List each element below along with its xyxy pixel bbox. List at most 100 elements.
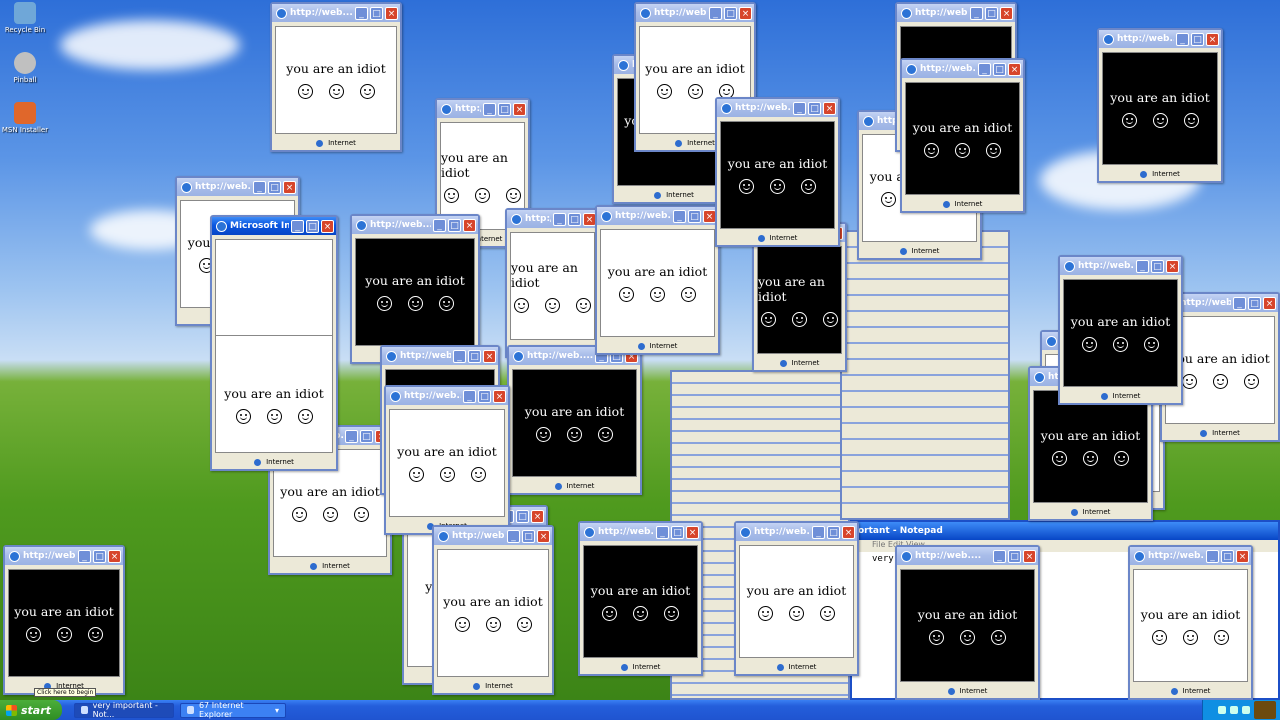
close-button[interactable]: ×	[1008, 62, 1021, 76]
close-button[interactable]: ×	[1236, 549, 1249, 563]
maximize-button[interactable]: □	[1248, 296, 1261, 310]
title-bar[interactable]: http://web...._□×	[434, 527, 552, 545]
maximize-button[interactable]: □	[448, 218, 461, 232]
maximize-button[interactable]: □	[360, 429, 373, 443]
maximize-button[interactable]: □	[808, 101, 821, 115]
desktop-icon-pinball[interactable]: Pinball	[0, 52, 55, 84]
minimize-button[interactable]: _	[483, 102, 496, 116]
taskbar-item-ie-group[interactable]: 67 Internet Explorer ▾	[180, 701, 286, 719]
popup-window[interactable]: http://web...._□×you are an idiotInterne…	[270, 2, 402, 152]
minimize-button[interactable]: _	[433, 218, 446, 232]
minimize-button[interactable]: _	[453, 349, 466, 363]
maximize-button[interactable]: □	[93, 549, 106, 563]
maximize-button[interactable]: □	[993, 62, 1006, 76]
title-bar[interactable]: http://web...._□×	[717, 99, 838, 117]
title-bar[interactable]: http://web...._□×	[580, 523, 701, 541]
maximize-button[interactable]: □	[498, 102, 511, 116]
minimize-button[interactable]: _	[812, 525, 825, 539]
maximize-button[interactable]: □	[1008, 549, 1021, 563]
maximize-button[interactable]: □	[724, 6, 737, 20]
title-bar[interactable]: http://web...._□×	[897, 547, 1038, 565]
minimize-button[interactable]: _	[793, 101, 806, 115]
taskbar-item-notepad[interactable]: very important - Not...	[74, 701, 174, 719]
popup-window[interactable]: http://web...._□×you are an idiotInterne…	[507, 345, 642, 495]
close-button[interactable]: ×	[1166, 259, 1179, 273]
desktop-icon-recycle-bin[interactable]: Recycle Bin	[0, 2, 55, 34]
minimize-button[interactable]: _	[1233, 296, 1246, 310]
close-button[interactable]: ×	[1206, 32, 1219, 46]
title-bar[interactable]: http://web...._□×	[597, 207, 718, 225]
maximize-button[interactable]: □	[268, 180, 281, 194]
title-bar[interactable]: http://web...._□×	[5, 547, 123, 565]
title-bar[interactable]: http://web...._□×	[386, 387, 508, 405]
popup-window[interactable]: http://web...._□×you are an idiotInterne…	[578, 521, 703, 676]
close-button[interactable]: ×	[686, 525, 699, 539]
title-bar[interactable]: Microsoft In..._□×	[212, 217, 336, 235]
tray-icon[interactable]	[1218, 706, 1226, 714]
maximize-button[interactable]: □	[1191, 32, 1204, 46]
maximize-button[interactable]: □	[478, 389, 491, 403]
minimize-button[interactable]: _	[345, 429, 358, 443]
minimize-button[interactable]: _	[253, 180, 266, 194]
close-button[interactable]: ×	[321, 219, 334, 233]
maximize-button[interactable]: □	[306, 219, 319, 233]
popup-window[interactable]: http://web...._□×you are an idiotInterne…	[1097, 28, 1223, 183]
minimize-button[interactable]: _	[355, 6, 368, 20]
popup-window[interactable]: http://web...._□×you are an idiotInterne…	[715, 97, 840, 247]
minimize-button[interactable]: _	[78, 549, 91, 563]
maximize-button[interactable]: □	[1151, 259, 1164, 273]
popup-window[interactable]: http://web...._□×you are an idiotInterne…	[734, 521, 859, 676]
popup-window[interactable]: http://web...._□×you are an idiotInterne…	[595, 205, 720, 355]
popup-window[interactable]: http://web...._□×you are an idiotInterne…	[1128, 545, 1253, 700]
maximize-button[interactable]: □	[827, 525, 840, 539]
close-button[interactable]: ×	[1000, 6, 1013, 20]
ie-window[interactable]: Microsoft In..._□×you are an idiotIntern…	[210, 215, 338, 471]
title-bar[interactable]: http://web...._□×	[507, 210, 598, 228]
minimize-button[interactable]: _	[1136, 259, 1149, 273]
popup-window[interactable]: http://web...._□×you are an idiotInterne…	[900, 58, 1025, 213]
title-bar[interactable]: http://web...._□×	[272, 4, 400, 22]
title-bar[interactable]: http://web...._□×	[902, 60, 1023, 78]
minimize-button[interactable]: _	[709, 6, 722, 20]
title-bar[interactable]: http://web...._□×	[736, 523, 857, 541]
minimize-button[interactable]: _	[970, 6, 983, 20]
maximize-button[interactable]: □	[1221, 549, 1234, 563]
close-button[interactable]: ×	[739, 6, 752, 20]
maximize-button[interactable]: □	[468, 349, 481, 363]
title-bar[interactable]: http://web...._□×	[382, 347, 498, 365]
minimize-button[interactable]: _	[291, 219, 304, 233]
close-button[interactable]: ×	[1263, 296, 1276, 310]
popup-window[interactable]: http://web...._□×you are an idiotInterne…	[895, 545, 1040, 700]
popup-window[interactable]: http://web...._□×you are an idiotInterne…	[432, 525, 554, 695]
minimize-button[interactable]: _	[1206, 549, 1219, 563]
close-button[interactable]: ×	[108, 549, 121, 563]
close-button[interactable]: ×	[493, 389, 506, 403]
popup-window[interactable]: http://web...._□×you are an idiotInterne…	[3, 545, 125, 695]
minimize-button[interactable]: _	[463, 389, 476, 403]
popup-window[interactable]: http://web...._□×you are an idiotInterne…	[1058, 255, 1183, 405]
popup-window[interactable]: http://web...._□×you are an idiotInterne…	[384, 385, 510, 535]
title-bar[interactable]: http://web...._□×	[1099, 30, 1221, 48]
maximize-button[interactable]: □	[671, 525, 684, 539]
popup-window[interactable]: http://web...._□×you are an idiotInterne…	[350, 214, 480, 364]
minimize-button[interactable]: _	[1176, 32, 1189, 46]
close-button[interactable]: ×	[463, 218, 476, 232]
title-bar[interactable]: http://web...._□×	[437, 100, 528, 118]
maximize-button[interactable]: □	[688, 209, 701, 223]
title-bar[interactable]: http://web...._□×	[177, 178, 298, 196]
minimize-button[interactable]: _	[553, 212, 566, 226]
tray-icon[interactable]	[1242, 706, 1250, 714]
close-button[interactable]: ×	[531, 509, 544, 523]
minimize-button[interactable]: _	[507, 529, 520, 543]
desktop-icon-msn-installer[interactable]: MSN Installer	[0, 102, 55, 134]
title-bar[interactable]: http://web...._□×	[897, 4, 1015, 22]
popup-window[interactable]: http://web...._□×you are an idiotInterne…	[505, 208, 600, 358]
start-button[interactable]: start	[0, 700, 62, 720]
close-button[interactable]: ×	[385, 6, 398, 20]
close-button[interactable]: ×	[842, 525, 855, 539]
close-button[interactable]: ×	[513, 102, 526, 116]
title-bar[interactable]: http://web...._□×	[1060, 257, 1181, 275]
close-button[interactable]: ×	[537, 529, 550, 543]
close-button[interactable]: ×	[483, 349, 496, 363]
close-button[interactable]: ×	[1023, 549, 1036, 563]
